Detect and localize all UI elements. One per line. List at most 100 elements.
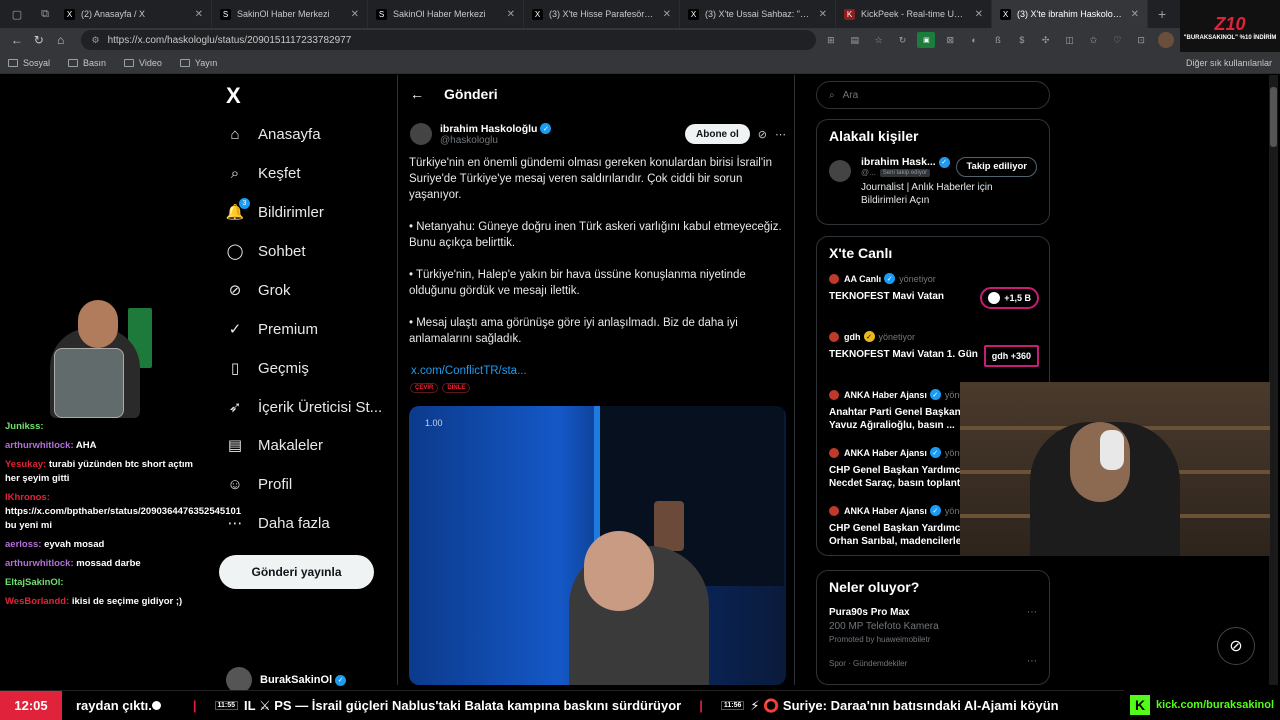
home-icon[interactable]: ⌂ (50, 29, 72, 51)
nav-item-grok[interactable]: ⊘ Grok (226, 281, 291, 300)
live-item[interactable]: AA Canlı ✓ yönetiyor TEKNOFEST Mavi Vatan +1… (817, 265, 1049, 323)
extension-s-icon[interactable]: $ (1013, 32, 1031, 48)
nav-item-creator-studio[interactable]: ➶ İçerik Üreticisi St... (226, 398, 382, 417)
browser-tab[interactable]: X (3) X'te ibrahim Haskoloğlu: "Tür ✕ (992, 0, 1148, 28)
translate-button[interactable]: ÇEVİR (410, 383, 439, 393)
trend-item[interactable]: Pura90s Pro Max 200 MP Telefoto Kamera Pro… (817, 601, 1049, 650)
tab-favicon-icon: X (688, 8, 699, 20)
other-bookmarks[interactable]: Diğer sık kullanılanlar (1186, 58, 1272, 68)
bookmark-folder[interactable]: Video (124, 58, 162, 68)
nav-item-chat[interactable]: ◯ Sohbet (226, 242, 306, 261)
browser-tab[interactable]: X (2) Anasayfa / X ✕ (56, 0, 212, 28)
split-screen-icon[interactable]: ◫ (1061, 32, 1079, 48)
trend-item[interactable]: Spor · Gündemdekiler ⋯ (817, 650, 1049, 674)
listen-button[interactable]: DİNLE (442, 383, 471, 393)
source-avatar (829, 505, 839, 516)
verified-badge-icon: ✓ (540, 123, 552, 134)
author-handle[interactable]: @haskologlu (440, 135, 551, 146)
nav-item-explore[interactable]: ⌕ Keşfet (226, 164, 301, 182)
browser-tab[interactable]: X (3) X'te Hisse Parafesörü: "Ekonom ✕ (524, 0, 680, 28)
nav-item-profile[interactable]: ☺ Profil (226, 475, 292, 493)
nav-item-notifications[interactable]: 🔔 3 Bildirimler (226, 198, 324, 221)
grok-icon[interactable]: ⊘ (758, 128, 767, 141)
new-tab-button[interactable]: + (1148, 6, 1176, 22)
trend-desc: 200 MP Telefoto Kamera (829, 621, 939, 632)
nav-item-premium[interactable]: ✓ Premium (226, 320, 318, 339)
nav-item-home[interactable]: ⌂ Anasayfa (226, 125, 320, 143)
post-paragraph: • Mesaj ulaştı ama görünüşe göre iyi anl… (409, 317, 738, 345)
live-item[interactable]: gdh ✓ yönetiyor TEKNOFEST Mavi Vatan 1. Gün… (817, 323, 1049, 381)
following-button[interactable]: Takip ediliyor (956, 156, 1037, 177)
close-icon[interactable]: ✕ (351, 9, 359, 20)
back-icon[interactable]: ← (6, 29, 28, 51)
reload-icon[interactable]: ↻ (28, 29, 50, 51)
grok-floating-icon[interactable]: ⊘ (1217, 627, 1255, 665)
nav-item-articles[interactable]: ▤ Makaleler (226, 436, 323, 455)
reader-icon[interactable]: ▤ (846, 32, 864, 48)
close-icon[interactable]: ✕ (663, 9, 671, 20)
other-bookmarks-label: Diğer sık kullanılanlar (1185, 57, 1272, 68)
browser-essentials-icon[interactable]: ⊡ (1132, 32, 1150, 48)
refresh-ext-icon[interactable]: ↻ (894, 32, 912, 48)
extension-icon[interactable]: ◐ (965, 32, 983, 48)
card-title: Alakalı kişiler (829, 128, 919, 144)
sponsor-logo-brand: Z10 (1214, 13, 1246, 34)
site-info-icon[interactable]: ⚙ (91, 35, 99, 46)
browser-tab[interactable]: S SakinOl Haber Merkezi ✕ (368, 0, 524, 28)
nav-label: Keşfet (258, 164, 301, 182)
browser-tab[interactable]: X (3) X'te Ussai Sahbaz: "Tıp ve huk ✕ (680, 0, 836, 28)
author-name-row[interactable]: ibrahim Haskoloğlu ✓ (440, 123, 552, 135)
more-options-icon[interactable]: ⋯ (775, 128, 786, 141)
bookmark-folder[interactable]: Basın (68, 58, 106, 68)
avatar (829, 160, 851, 182)
translate-icon[interactable]: ⊞ (822, 32, 840, 48)
favorite-star-icon[interactable]: ☆ (870, 32, 888, 48)
close-icon[interactable]: ✕ (195, 9, 203, 20)
scrollbar-thumb[interactable] (1270, 87, 1277, 147)
close-icon[interactable]: ✕ (975, 9, 983, 20)
ticker-headline: IL ⚔ PS — İsrail güçleri Nablus'taki Bal… (244, 697, 682, 713)
avatar[interactable] (410, 123, 432, 145)
whats-happening-card: Neler oluyor? Pura90s Pro Max 200 MP Tele… (816, 570, 1050, 685)
related-people-card: Alakalı kişiler ibrahim Hask... ✓ @... S… (816, 119, 1050, 225)
video-player[interactable]: 1.00 (409, 406, 786, 685)
extension-grid-icon[interactable]: ⊠ (941, 32, 959, 48)
live-title: CHP Genel Başkan Yardımcısı Necdet Saraç… (829, 465, 972, 489)
browser-tab[interactable]: S SakinOl Haber Merkezi ✕ (212, 0, 368, 28)
browser-tab[interactable]: K KickPeek - Real-time URL Crawler ✕ (836, 0, 992, 28)
url-text: https://x.com/haskologlu/status/20901511… (107, 34, 352, 46)
post-link[interactable]: x.com/ConflictTR/sta... (411, 363, 785, 379)
browser-menu-icon[interactable]: ▢ (6, 3, 28, 25)
more-options-icon[interactable]: ⋯ (1027, 656, 1037, 667)
close-icon[interactable]: ✕ (507, 9, 515, 20)
left-navigation: X ⌂ Anasayfa ⌕ Keşfet 🔔 3 Bildirimler ◯ Sohbet ⊘ G… (218, 75, 396, 693)
bookmark-folder[interactable]: Sosyal (8, 58, 50, 68)
extension-b-icon[interactable]: ß (989, 32, 1007, 48)
subscribe-button[interactable]: Abone ol (685, 124, 750, 144)
chat-message: EltajSakinOl: (0, 576, 200, 590)
source-avatar (829, 447, 839, 458)
url-field[interactable]: ⚙ https://x.com/haskologlu/status/209015… (81, 30, 817, 50)
verified-badge-icon: ✓ (863, 331, 875, 342)
tab-title: SakinOl Haber Merkezi (393, 9, 486, 19)
search-input[interactable]: ⌕ Ara (816, 81, 1050, 109)
favorites-icon[interactable]: ✩ (1084, 32, 1102, 48)
post-button[interactable]: Gönderi yayınla (219, 555, 374, 589)
more-options-icon[interactable]: ⋯ (1027, 607, 1037, 618)
profile-avatar[interactable] (1158, 32, 1174, 48)
related-person[interactable]: ibrahim Hask... ✓ @... Seni takip ediyor… (817, 144, 1049, 219)
x-logo-icon[interactable]: X (226, 83, 241, 109)
back-arrow-icon[interactable]: ← (410, 86, 424, 102)
bookmark-folder[interactable]: Yayın (179, 58, 217, 68)
tab-group-icon[interactable]: ⧉ (34, 3, 56, 25)
close-icon[interactable]: ✕ (1131, 9, 1139, 20)
nav-item-history[interactable]: ▯ Geçmiş (226, 359, 309, 378)
collections-icon[interactable]: ♡ (1108, 32, 1126, 48)
chat-username: EltajSakinOl: (5, 577, 64, 588)
nav-item-more[interactable]: ⋯ Daha fazla (226, 514, 330, 533)
extension-green-icon[interactable]: ▣ (917, 32, 936, 48)
source-name: ANKA Haber Ajansı (844, 505, 927, 516)
close-icon[interactable]: ✕ (819, 9, 827, 20)
extensions-puzzle-icon[interactable]: ✣ (1037, 32, 1055, 48)
page-scrollbar[interactable] (1269, 75, 1278, 685)
